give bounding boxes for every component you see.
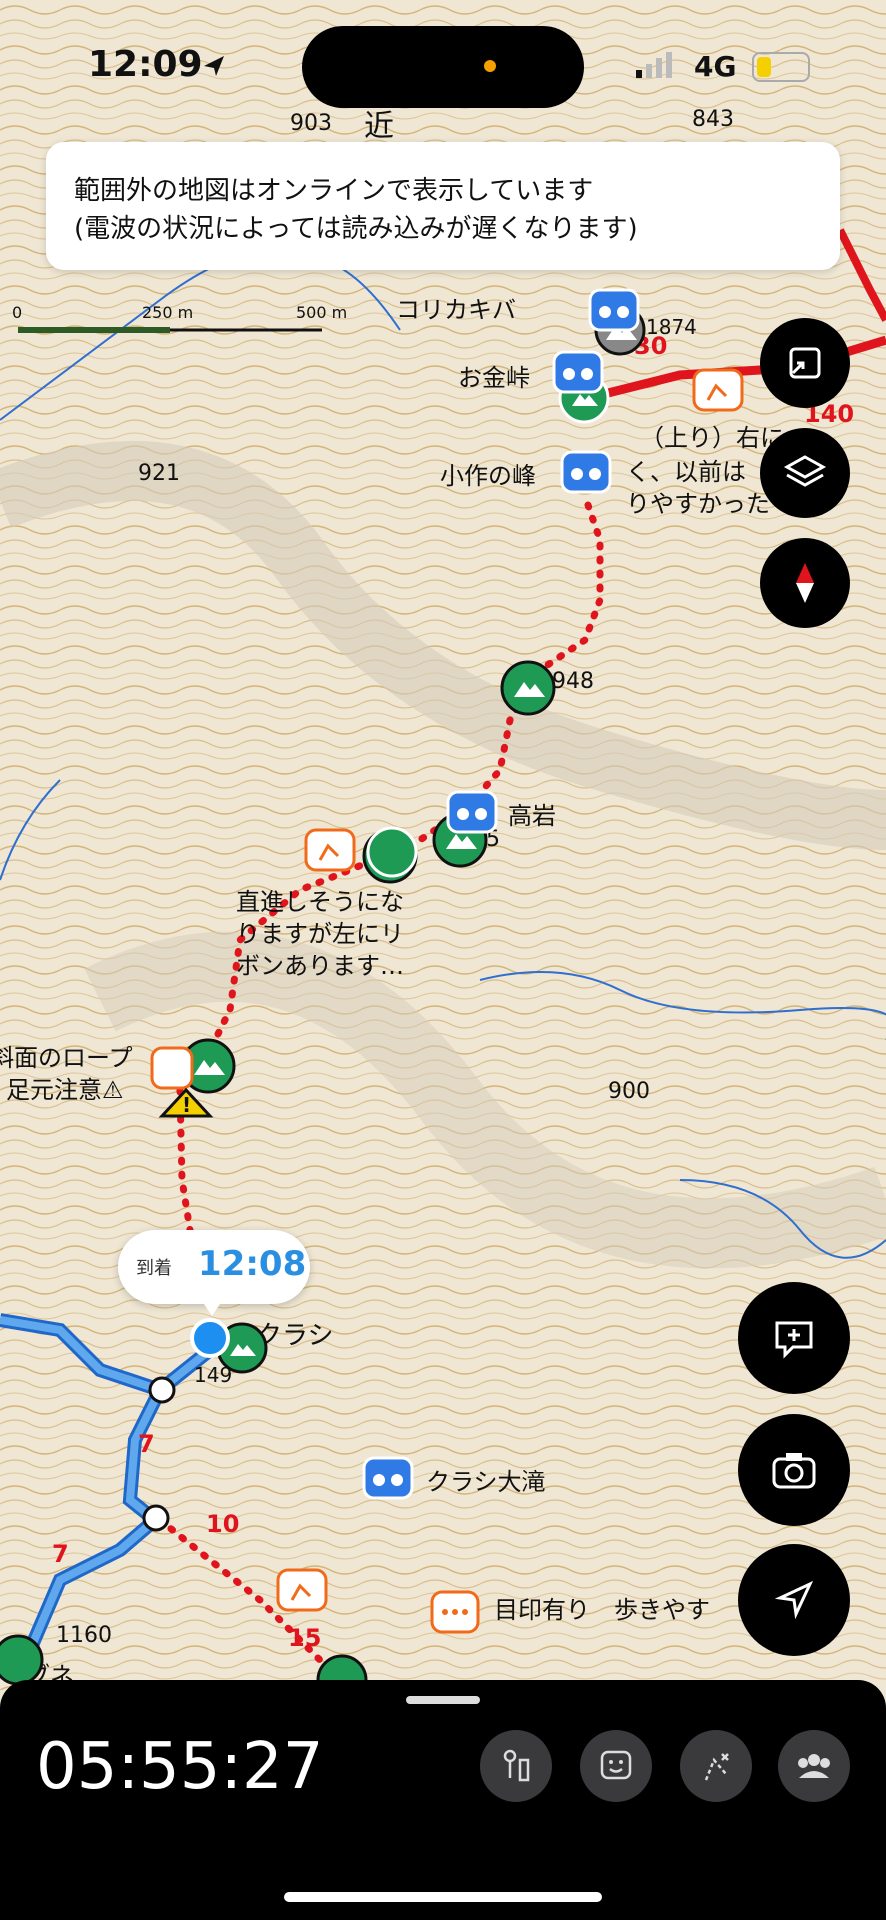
face-icon — [600, 1750, 632, 1780]
scale-tick-500: 500 m — [296, 303, 347, 322]
current-location-icon — [190, 1318, 230, 1358]
elapsed-time: 05:55:27 — [36, 1730, 324, 1804]
arrival-callout[interactable]: 到着 12:08 — [118, 1230, 310, 1304]
battery-icon — [752, 52, 810, 82]
checkpoint-icon — [503, 1749, 530, 1782]
panel-drag-handle[interactable] — [406, 1696, 480, 1704]
viewpoint-icon[interactable] — [560, 450, 612, 494]
note-up-right-line3: りやすかった — [626, 490, 770, 518]
location-arrow-icon — [204, 56, 224, 76]
shrink-icon — [789, 347, 821, 379]
place-kurashi: クラシ — [256, 1321, 333, 1351]
elevation-948: 948 — [552, 669, 594, 694]
svg-text:15: 15 — [288, 1624, 321, 1652]
trail-junction-icon[interactable] — [366, 826, 418, 878]
note-mark: 目印有り 歩きやす — [494, 1596, 710, 1624]
route-number-15: 15 — [288, 1624, 321, 1652]
peak-icon[interactable] — [0, 1634, 44, 1686]
notice-line2: (電波の状況によっては読み込みが遅くなります) — [74, 214, 638, 244]
route-number-10: 10 — [206, 1510, 239, 1538]
note-rope-line2: 足元注意⚠ — [6, 1076, 124, 1104]
elevation-900: 900 — [608, 1079, 650, 1104]
route-fork-icon — [704, 1753, 729, 1781]
compass-button[interactable] — [760, 538, 850, 628]
add-comment-icon — [775, 1321, 813, 1359]
arrival-time: 12:08 — [198, 1244, 307, 1284]
viewpoint-icon[interactable] — [362, 1456, 414, 1500]
group-button[interactable] — [778, 1730, 850, 1802]
viewpoint-icon[interactable] — [588, 288, 640, 332]
route-number-7b: 7 — [52, 1540, 69, 1568]
scale-tick-0: 0 — [12, 303, 22, 322]
note-up-right-line2: く、以前は — [626, 458, 746, 486]
note-straight-line2: りますが左にリ — [236, 920, 404, 948]
add-note-button[interactable] — [738, 1282, 850, 1394]
scale-tick-250: 250 m — [142, 303, 193, 322]
arrival-label: 到着 — [136, 1258, 172, 1279]
checkpoint-button[interactable] — [480, 1730, 552, 1802]
peak-icon[interactable] — [500, 660, 556, 716]
viewpoint-icon[interactable] — [446, 790, 498, 834]
place-kurashi-otaki: クラシ大滝 — [426, 1468, 546, 1496]
camera-button[interactable] — [738, 1414, 850, 1526]
place-takaiwa: 高岩 — [508, 802, 556, 830]
viewpoint-icon[interactable] — [552, 350, 604, 394]
note-straight-line3: ボンあります… — [236, 952, 404, 980]
route-number-7a: 7 — [138, 1430, 155, 1458]
elevation-1874: 1874 — [646, 315, 697, 339]
notice-line1: 範囲外の地図はオンラインで表示しています — [74, 176, 594, 206]
comment-icon[interactable] — [430, 1590, 480, 1634]
mood-button[interactable] — [580, 1730, 652, 1802]
compass-icon — [796, 563, 814, 603]
place-korikakiba: コリカキバ — [396, 296, 516, 324]
place-okanetoge: お金峠 — [458, 364, 530, 392]
network-type: 4G — [694, 50, 737, 83]
note-straight-line1: 直進しそうにな — [236, 888, 404, 916]
route-fork-button[interactable] — [680, 1730, 752, 1802]
note-up-right-line1: （上り）右に — [640, 424, 784, 452]
dynamic-island — [302, 26, 584, 108]
home-indicator — [284, 1892, 602, 1902]
svg-text:10: 10 — [206, 1510, 239, 1538]
svg-text:!: ! — [182, 1093, 191, 1117]
note-rope-line1: 斜面のロープ — [0, 1044, 133, 1072]
place-kosaku: 小作の峰 — [440, 462, 536, 490]
svg-text:7: 7 — [138, 1430, 155, 1458]
current-location-button[interactable] — [738, 1544, 850, 1656]
route-fork-icon[interactable] — [276, 1568, 328, 1612]
arrival-callout-tail — [200, 1298, 224, 1316]
route-fork-icon[interactable] — [692, 368, 744, 412]
rope-icon[interactable] — [150, 1046, 194, 1090]
collapse-map-button[interactable] — [760, 318, 850, 408]
status-bar: 12:09 4G — [0, 0, 886, 130]
group-icon — [798, 1754, 830, 1778]
elevation-1160: 1160 — [56, 1623, 112, 1648]
cell-signal-icon — [636, 52, 672, 78]
svg-text:7: 7 — [52, 1540, 69, 1568]
route-fork-icon[interactable] — [304, 828, 356, 872]
status-time: 12:09 — [88, 44, 203, 85]
navigation-arrow-icon — [774, 1580, 814, 1620]
recording-indicator — [484, 60, 496, 72]
map-layers-button[interactable] — [760, 428, 850, 518]
camera-icon — [772, 1453, 816, 1489]
layers-icon — [783, 455, 827, 487]
elevation-921: 921 — [138, 461, 180, 486]
offline-map-notice[interactable]: 範囲外の地図はオンラインで表示しています (電波の状況によっては読み込みが遅くな… — [46, 142, 840, 270]
